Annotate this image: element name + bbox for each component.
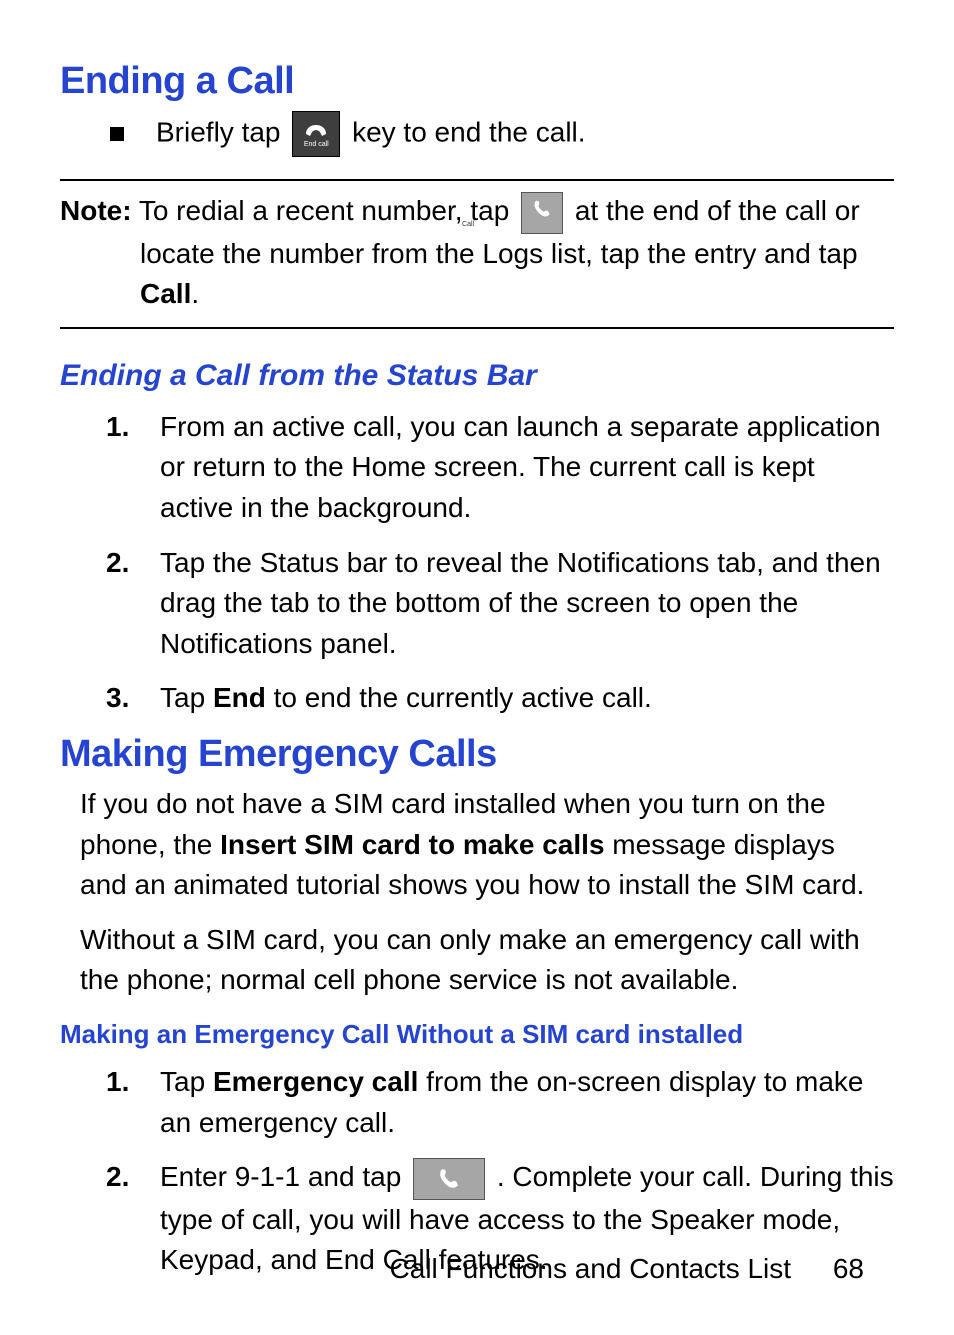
status-step-2: 2. Tap the Status bar to reveal the Noti… — [60, 543, 894, 665]
note-line2-bold: Call — [140, 278, 191, 309]
bullet-post: key to end the call. — [352, 116, 585, 147]
emergency-para-2: Without a SIM card, you can only make an… — [80, 920, 874, 1001]
step-number: 2. — [106, 1157, 129, 1198]
end-call-icon: End call — [292, 111, 340, 157]
page-footer: Call Functions and Contacts List 68 — [0, 1253, 954, 1285]
step-text: From an active call, you can launch a se… — [160, 411, 881, 523]
note-line1-pre: To redial a recent number, tap — [132, 195, 518, 226]
call-icon: Call — [521, 192, 563, 234]
step3-bold: End — [213, 682, 266, 713]
note-line2-end: . — [191, 278, 199, 309]
step3-post: to end the currently active call. — [266, 682, 652, 713]
nosim2-pre: Enter 9-1-1 and tap — [160, 1161, 409, 1192]
note-line2: locate the number from the Logs list, ta… — [140, 238, 858, 269]
manual-page: Ending a Call Briefly tap End call key t… — [0, 0, 954, 1335]
step3-pre: Tap — [160, 682, 213, 713]
status-bar-steps: 1. From an active call, you can launch a… — [60, 407, 894, 719]
bullet-text: Briefly tap End call key to end the call… — [156, 111, 586, 157]
note-block: Note: To redial a recent number, tap Cal… — [60, 179, 894, 329]
footer-page-number: 68 — [833, 1253, 864, 1284]
status-step-1: 1. From an active call, you can launch a… — [60, 407, 894, 529]
step-number: 2. — [106, 543, 129, 584]
emerg-p1-bold: Insert SIM card to make calls — [220, 829, 604, 860]
emergency-para-1: If you do not have a SIM card installed … — [80, 784, 874, 906]
heading-emergency-calls: Making Emergency Calls — [60, 733, 894, 776]
step-number: 1. — [106, 1062, 129, 1103]
step-number: 1. — [106, 407, 129, 448]
no-sim-steps: 1. Tap Emergency call from the on-screen… — [60, 1062, 894, 1281]
subheading-status-bar: Ending a Call from the Status Bar — [60, 359, 894, 393]
subheading-no-sim: Making an Emergency Call Without a SIM c… — [60, 1019, 894, 1050]
footer-section: Call Functions and Contacts List — [390, 1253, 792, 1284]
end-call-icon-label: End call — [304, 141, 329, 148]
step-text: Tap the Status bar to reveal the Notific… — [160, 547, 881, 659]
note-label: Note: — [60, 195, 132, 226]
bullet-pre: Briefly tap — [156, 116, 288, 147]
bullet-end-call: Briefly tap End call key to end the call… — [110, 111, 894, 157]
nosim-step-1: 1. Tap Emergency call from the on-screen… — [60, 1062, 894, 1143]
heading-ending-call: Ending a Call — [60, 60, 894, 103]
nosim1-bold: Emergency call — [213, 1066, 418, 1097]
dial-call-icon — [413, 1158, 485, 1200]
note-line1-post: at the end of the call or — [575, 195, 860, 226]
status-step-3: 3. Tap End to end the currently active c… — [60, 678, 894, 719]
bullet-square-icon — [110, 127, 124, 141]
step-number: 3. — [106, 678, 129, 719]
nosim1-pre: Tap — [160, 1066, 213, 1097]
